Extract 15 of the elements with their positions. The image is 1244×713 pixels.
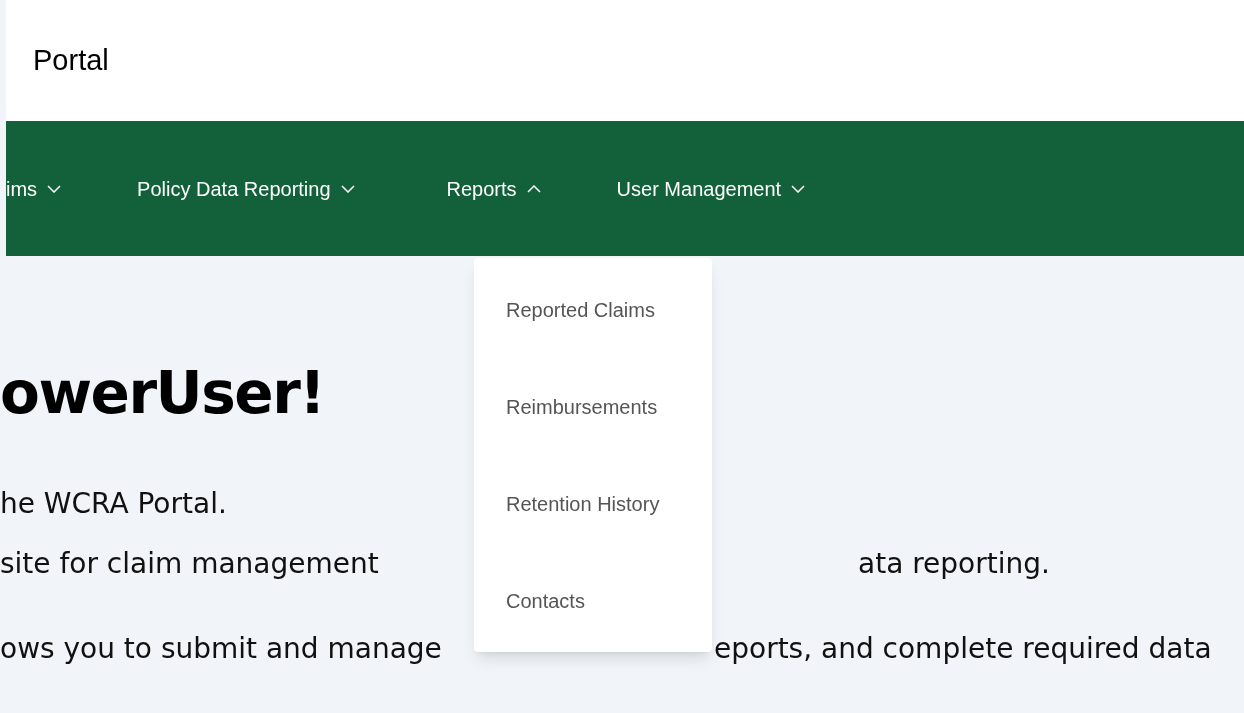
body-text: ata reporting. — [858, 546, 1050, 582]
menu-item[interactable]: Reimbursements — [474, 358, 712, 455]
body-text: ows you to submit and manage — [0, 632, 442, 665]
body-text: site for claim management — [0, 547, 379, 580]
portal-title: Portal — [33, 42, 109, 78]
greeting-heading: owerUser! — [0, 364, 325, 422]
body-text: eports, and complete required data — [714, 631, 1212, 667]
menu-item[interactable]: Retention History — [474, 455, 712, 552]
nav-item[interactable]: Policy Data Reporting — [137, 173, 355, 204]
body-text: he WCRA Portal. — [0, 487, 227, 520]
menu-item[interactable]: Contacts — [474, 552, 712, 649]
nav-item[interactable]: Reports — [446, 173, 541, 204]
menu-item[interactable]: Reported Claims — [474, 261, 712, 358]
nav-item[interactable]: User Management — [616, 173, 806, 204]
nav-item[interactable]: ims — [6, 173, 62, 204]
